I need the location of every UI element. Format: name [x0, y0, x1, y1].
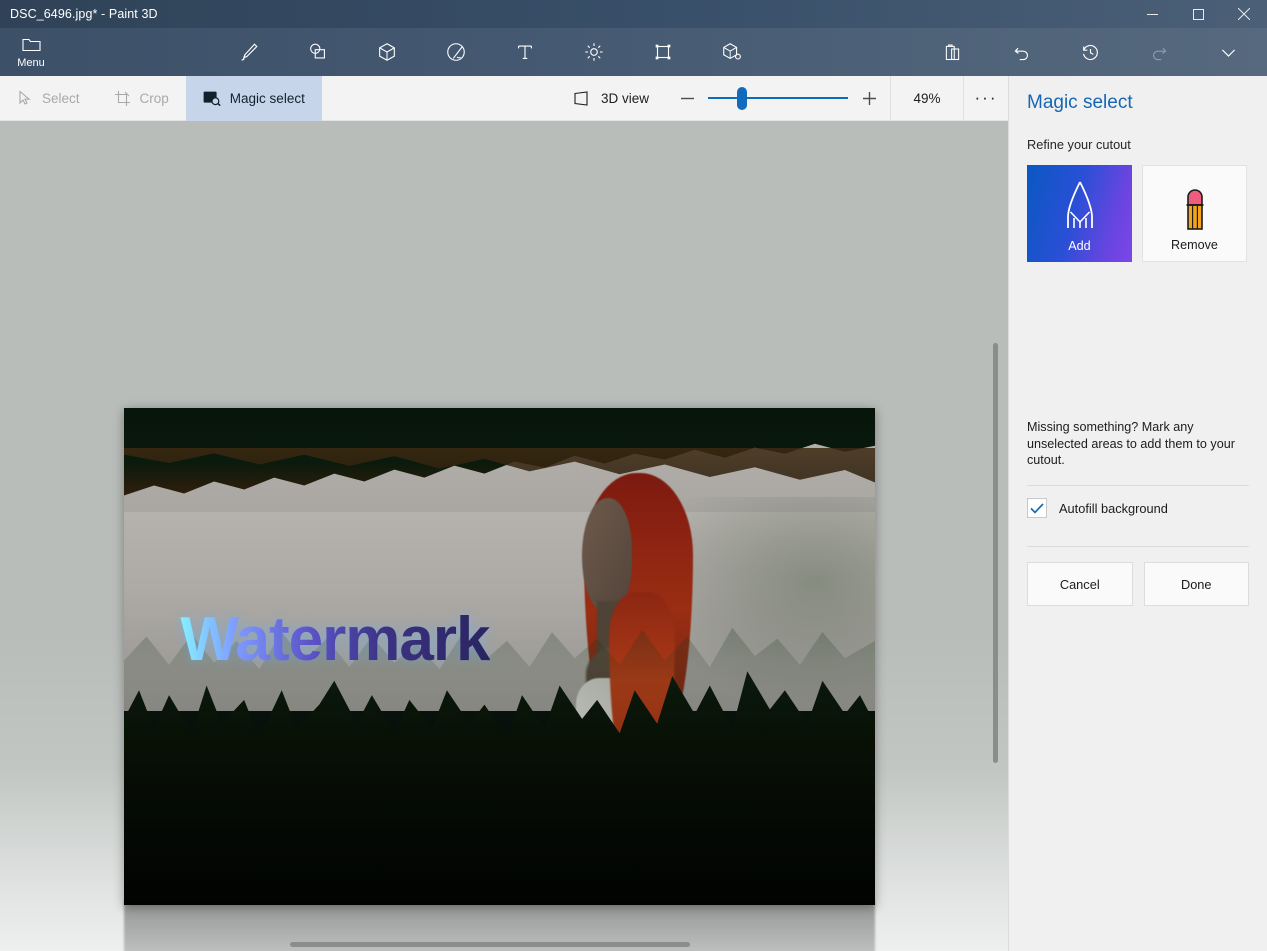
3d-view-label: 3D view: [600, 90, 649, 106]
ribbon-toolbar: Menu: [0, 28, 1267, 76]
zoom-out-button[interactable]: [666, 76, 708, 121]
autofill-background-row[interactable]: Autofill background: [1027, 486, 1249, 530]
crop-label: Crop: [139, 90, 169, 106]
redo-icon[interactable]: [1125, 28, 1194, 76]
panel-action-buttons: Cancel Done: [1027, 562, 1249, 607]
folder-icon: [21, 36, 41, 56]
magic-select-icon: [203, 90, 221, 106]
panel-divider-bottom: [1027, 546, 1249, 548]
cancel-button[interactable]: Cancel: [1027, 562, 1133, 607]
horizontal-scrollbar[interactable]: [0, 938, 1008, 951]
undo-icon[interactable]: [987, 28, 1056, 76]
3d-shapes-icon[interactable]: [352, 28, 421, 76]
zoom-controls: [666, 76, 890, 121]
vertical-scrollbar-thumb[interactable]: [993, 343, 998, 763]
done-button[interactable]: Done: [1143, 562, 1249, 607]
horizontal-scrollbar-thumb[interactable]: [290, 942, 690, 947]
chevron-down-icon[interactable]: [1194, 28, 1263, 76]
autofill-background-checkbox[interactable]: [1027, 498, 1047, 519]
menu-label: Menu: [17, 56, 45, 69]
canvas-workspace[interactable]: Watermark: [0, 121, 1008, 951]
crop-tool-button[interactable]: Crop: [97, 76, 186, 121]
select-tool-button[interactable]: Select: [0, 76, 97, 121]
add-tool-label: Add: [1068, 239, 1091, 253]
zoom-in-button[interactable]: [848, 76, 890, 121]
refine-tool-tiles: Add Remove: [1027, 165, 1249, 262]
zoom-slider-track: [708, 97, 848, 99]
add-tool-tile[interactable]: Add: [1027, 165, 1132, 262]
3d-library-icon[interactable]: [697, 28, 766, 76]
3d-view-button[interactable]: 3D view: [556, 76, 666, 121]
minimize-button[interactable]: [1129, 0, 1175, 28]
close-button[interactable]: [1221, 0, 1267, 28]
select-label: Select: [42, 90, 80, 106]
panel-subtitle: Refine your cutout: [1027, 137, 1131, 152]
menu-button[interactable]: Menu: [0, 28, 62, 76]
magic-select-panel: Magic select Refine your cutout Add Remo…: [1008, 76, 1267, 951]
checkmark-icon: [1030, 503, 1044, 514]
vertical-scrollbar[interactable]: [988, 121, 1002, 951]
sticker-icon[interactable]: [421, 28, 490, 76]
panel-title: Magic select: [1027, 92, 1133, 113]
maximize-button[interactable]: [1175, 0, 1221, 28]
clipboard-icon[interactable]: [918, 28, 987, 76]
magic-select-label: Magic select: [229, 90, 305, 106]
zoom-slider-thumb[interactable]: [737, 86, 747, 110]
window-title: DSC_6496.jpg* - Paint 3D: [10, 7, 158, 21]
photo-image: Watermark: [124, 408, 875, 905]
eraser-icon: [1175, 179, 1215, 240]
image-canvas[interactable]: Watermark: [124, 408, 875, 905]
watermark-text[interactable]: Watermark: [180, 604, 490, 675]
sub-toolbar: Select Crop Magic select 3D view 49% ···: [0, 75, 1008, 121]
cursor-icon: [17, 90, 33, 106]
more-options-button[interactable]: ···: [964, 76, 1008, 121]
zoom-slider[interactable]: [708, 76, 848, 121]
text-icon[interactable]: [490, 28, 559, 76]
effects-icon[interactable]: [559, 28, 628, 76]
brush-icon[interactable]: [214, 28, 283, 76]
ribbon-actions: [918, 28, 1263, 76]
crop-icon: [114, 90, 131, 107]
2d-shapes-icon[interactable]: [283, 28, 352, 76]
zoom-percent-label[interactable]: 49%: [890, 75, 964, 121]
ribbon-tools: [62, 28, 918, 76]
remove-tool-tile[interactable]: Remove: [1142, 165, 1247, 262]
remove-tool-label: Remove: [1171, 238, 1218, 252]
pencil-icon: [1058, 178, 1102, 239]
magic-select-tool-button[interactable]: Magic select: [185, 75, 322, 121]
panel-hint-text: Missing something? Mark any unselected a…: [1027, 420, 1235, 468]
autofill-background-label: Autofill background: [1059, 500, 1168, 516]
history-icon[interactable]: [1056, 28, 1125, 76]
window-controls: [1129, 0, 1267, 28]
3d-view-icon: [573, 90, 592, 106]
title-bar: DSC_6496.jpg* - Paint 3D: [0, 0, 1267, 28]
canvas-icon[interactable]: [628, 28, 697, 76]
